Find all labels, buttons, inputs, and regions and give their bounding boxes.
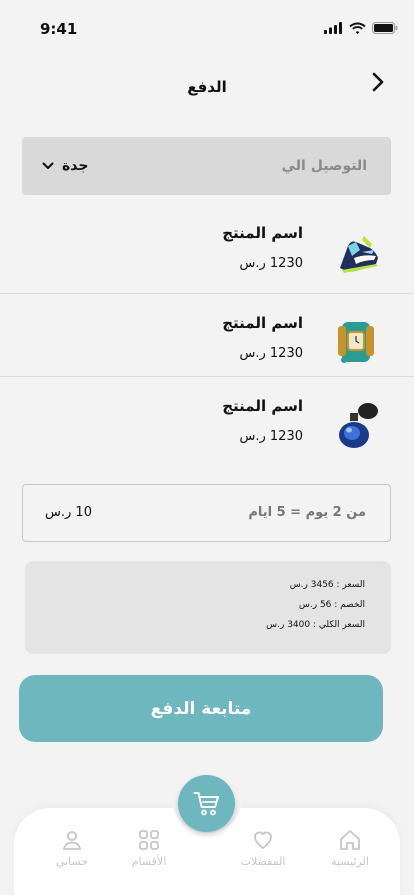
- cart-icon: [193, 791, 219, 815]
- signal-icon: [324, 22, 342, 34]
- status-bar: 9:41: [0, 0, 414, 52]
- nav-categories-label: الأقسام: [131, 855, 167, 868]
- shipping-cost: 10 ر.س: [45, 505, 92, 520]
- product-name: اسم المنتج: [222, 397, 303, 415]
- chevron-right-icon: [372, 72, 384, 92]
- divider: [0, 376, 414, 377]
- nav-home-label: الرئيسية: [331, 855, 369, 868]
- shipping-duration: من 2 يوم = 5 ايام: [248, 505, 366, 520]
- product-item[interactable]: اسم المنتج 1230 ر.س: [0, 206, 414, 290]
- divider: [0, 293, 414, 294]
- wifi-icon: [349, 22, 366, 34]
- page-title: الدفع: [187, 78, 227, 96]
- cart-button[interactable]: [178, 775, 235, 832]
- product-price: 1230 ر.س: [239, 346, 303, 361]
- perfume-image: [339, 403, 378, 448]
- sneaker-image: [340, 236, 378, 273]
- watch-image: [338, 322, 374, 363]
- nav-favorites-label: المفضلات: [240, 855, 286, 868]
- summary-discount: الخصم : 56 ر.س: [298, 600, 365, 610]
- delivery-city-select[interactable]: التوصيل الي جدة: [22, 137, 391, 195]
- product-name: اسم المنتج: [222, 224, 303, 242]
- grid-icon: [139, 830, 159, 850]
- shipping-option[interactable]: من 2 يوم = 5 ايام 10 ر.س: [22, 484, 391, 542]
- nav-home[interactable]: الرئيسية: [320, 828, 380, 868]
- continue-payment-button[interactable]: متابعة الدفع: [19, 675, 383, 742]
- product-item[interactable]: اسم المنتج 1230 ر.س: [0, 296, 414, 380]
- product-item[interactable]: اسم المنتج 1230 ر.س: [0, 379, 414, 463]
- chevron-down-icon: [42, 162, 54, 169]
- home-icon: [340, 830, 360, 850]
- order-summary: السعر : 3456 ر.س الخصم : 56 ر.س السعر ال…: [25, 561, 391, 654]
- status-icons: [324, 22, 398, 34]
- product-name: اسم المنتج: [222, 314, 303, 332]
- product-price: 1230 ر.س: [239, 429, 303, 444]
- nav-account[interactable]: حسابي: [42, 828, 102, 868]
- delivery-label: التوصيل الي: [281, 158, 367, 174]
- summary-price: السعر : 3456 ر.س: [289, 580, 365, 590]
- nav-categories[interactable]: الأقسام: [119, 828, 179, 868]
- status-time: 9:41: [40, 20, 78, 38]
- nav-account-label: حسابي: [55, 855, 89, 868]
- delivery-value-group: جدة: [42, 158, 88, 174]
- delivery-city-value: جدة: [62, 158, 89, 174]
- user-icon: [63, 831, 81, 850]
- back-button[interactable]: [362, 68, 394, 96]
- product-price: 1230 ر.س: [239, 256, 303, 271]
- heart-icon: [254, 831, 272, 849]
- battery-icon: [372, 22, 398, 34]
- summary-total: السعر الكلي : 3400 ر.س: [266, 620, 365, 630]
- nav-favorites[interactable]: المفضلات: [233, 828, 293, 868]
